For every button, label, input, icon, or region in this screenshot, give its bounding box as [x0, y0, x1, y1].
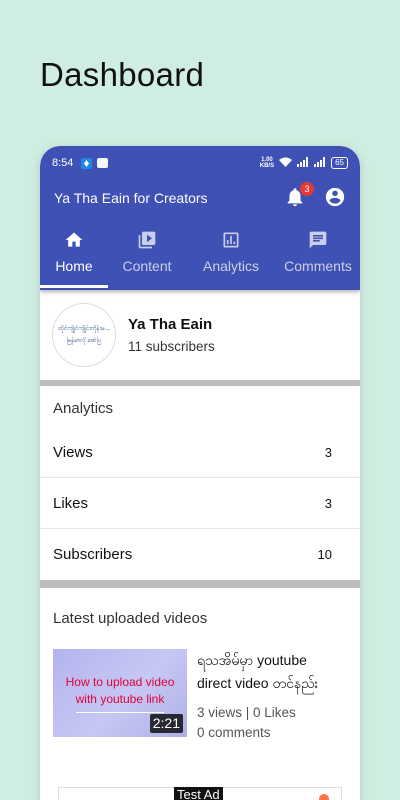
tab-bar: Home Content Analytics Comments	[40, 226, 360, 290]
account-button[interactable]	[324, 186, 348, 210]
tab-home-label: Home	[55, 258, 93, 274]
app-bar: Ya Tha Eain for Creators 3 Home Content	[40, 180, 360, 290]
stat-value: 3	[324, 444, 332, 460]
phone-screen: 8:54 1.00 KB/S 65 Ya Tha Eain for Creato…	[40, 146, 360, 800]
notifications-button[interactable]: 3	[284, 182, 314, 210]
network-speed-unit: KB/S	[259, 163, 275, 169]
avatar-text-line1: ထိုင်ကျိုင်ကျိုင်းကိုန်းမ...	[58, 325, 110, 332]
video-duration: 2:21	[149, 714, 183, 733]
channel-subscribers: 11 subscribers	[128, 339, 215, 354]
channel-name: Ya Tha Eain	[128, 316, 213, 333]
notification-badge: 3	[300, 182, 314, 196]
comment-icon	[308, 230, 328, 252]
channel-avatar: ထိုင်ကျိုင်ကျိုင်းကိုန်းမ... မြန်မာလို ဖ…	[52, 303, 116, 367]
account-circle-icon	[325, 187, 345, 207]
tab-content-label: Content	[122, 258, 172, 274]
stat-label: Views	[53, 443, 93, 461]
tab-home[interactable]: Home	[40, 226, 108, 290]
tab-analytics[interactable]: Analytics	[186, 226, 276, 290]
network-speed: 1.00 KB/S	[260, 157, 274, 169]
ad-label: Test Ad	[174, 787, 223, 800]
channel-card[interactable]: ထိုင်ကျိုင်ကျိုင်းကိုန်းမ... မြန်မာလို ဖ…	[40, 290, 360, 386]
home-icon	[64, 230, 84, 252]
stat-row-subscribers[interactable]: Subscribers 10	[40, 529, 360, 580]
stat-value: 3	[324, 495, 332, 511]
video-title: ရသအိမ်မှာ youtube direct video တင်နည်း	[197, 652, 319, 691]
latest-videos-card: Latest uploaded videos How to upload vid…	[40, 588, 360, 740]
tab-content[interactable]: Content	[108, 226, 186, 290]
signal-icon-2	[314, 156, 326, 170]
status-time: 8:54	[52, 157, 74, 169]
thumb-text-line1: How to upload video	[65, 674, 175, 689]
stat-value: 10	[317, 547, 332, 562]
stat-row-views[interactable]: Views 3	[40, 427, 360, 478]
video-comments: 0 comments	[197, 725, 271, 740]
status-bar: 8:54 1.00 KB/S 65	[40, 146, 360, 180]
analytics-icon	[221, 230, 241, 252]
tab-comments[interactable]: Comments	[276, 226, 360, 290]
vpn-icon	[81, 157, 93, 169]
ad-banner[interactable]: Test Ad	[58, 787, 342, 800]
analytics-card: Analytics Views 3 Likes 3 Subscribers 10	[40, 386, 360, 588]
tab-comments-label: Comments	[284, 258, 352, 274]
stat-row-likes[interactable]: Likes 3	[40, 478, 360, 529]
video-list-item[interactable]: How to upload video with youtube link 2:…	[40, 649, 360, 740]
video-thumbnail[interactable]: How to upload video with youtube link 2:…	[53, 649, 187, 737]
latest-videos-title: Latest uploaded videos	[53, 610, 208, 627]
stat-label: Subscribers	[53, 546, 133, 563]
page-heading: Dashboard	[40, 56, 205, 93]
analytics-title: Analytics	[53, 400, 114, 417]
stat-label: Likes	[53, 494, 89, 512]
thumb-text-line2: with youtube link	[75, 691, 165, 706]
ad-choices-icon[interactable]	[319, 794, 329, 800]
battery-icon: 65	[331, 157, 348, 169]
signal-icon	[297, 156, 309, 170]
tab-analytics-label: Analytics	[202, 258, 260, 274]
message-icon	[97, 158, 109, 168]
video-views-likes: 3 views | 0 Likes	[197, 705, 296, 720]
app-title: Ya Tha Eain for Creators	[54, 190, 208, 206]
video-library-icon	[137, 230, 157, 252]
avatar-text-line2: မြန်မာလို ဖော်ပြ	[66, 337, 102, 344]
wifi-icon	[279, 157, 293, 170]
